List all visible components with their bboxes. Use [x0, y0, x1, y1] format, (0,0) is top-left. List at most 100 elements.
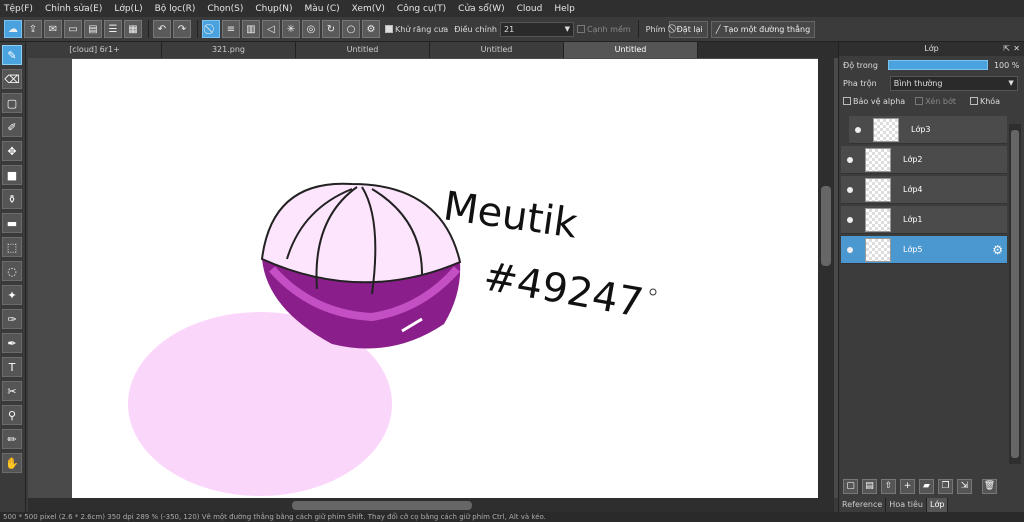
menu-help[interactable]: Help: [554, 4, 575, 14]
ellipse-snap-icon[interactable]: ○: [342, 20, 360, 38]
dot-brush-icon[interactable]: ✐: [2, 117, 22, 137]
text-icon[interactable]: T: [2, 357, 22, 377]
lock-checkbox[interactable]: [969, 97, 978, 105]
scroll-thumb[interactable]: [292, 501, 472, 510]
menu-tools[interactable]: Công cụ(T): [397, 4, 446, 14]
blend-label: Pha trộn: [843, 78, 877, 88]
layer-list-scrollbar[interactable]: [1009, 124, 1021, 464]
scroll-thumb[interactable]: [821, 186, 831, 266]
eye-icon[interactable]: [847, 156, 853, 163]
antialias-option[interactable]: Khử răng cưa: [385, 25, 448, 34]
gradient-icon[interactable]: ▬: [2, 213, 22, 233]
menu-cloud[interactable]: Cloud: [517, 4, 543, 14]
blend-select[interactable]: Bình thường ▼: [889, 75, 1018, 91]
tab-untitled-active[interactable]: Untitled: [564, 42, 698, 58]
smooth-edge-checkbox[interactable]: [576, 25, 585, 33]
folder-icon[interactable]: ▰: [919, 478, 934, 494]
document-icon[interactable]: ▤: [84, 20, 102, 38]
layer-row[interactable]: Lớp2: [841, 146, 1007, 174]
menu-window[interactable]: Cửa sổ(W): [458, 4, 504, 14]
menu-layer[interactable]: Lớp(L): [114, 4, 142, 14]
no-snap-icon[interactable]: ⃠: [202, 20, 220, 38]
menu-view[interactable]: Xem(V): [352, 4, 385, 14]
menu-bar: Tệp(F) Chỉnh sửa(E) Lớp(L) Bộ lọc(R) Chọ…: [0, 0, 1024, 17]
smooth-edge-option[interactable]: Cạnh mềm: [576, 25, 631, 34]
select-pen-icon[interactable]: ✑: [2, 309, 22, 329]
clipping-checkbox[interactable]: [915, 97, 924, 105]
hand-icon[interactable]: ✋: [2, 453, 22, 473]
canvas-area[interactable]: Meutik #49247: [28, 58, 838, 498]
canvas-vertical-scrollbar[interactable]: [818, 58, 834, 498]
adjust-value: 21: [503, 24, 515, 34]
protect-alpha-checkbox[interactable]: [843, 97, 851, 105]
eye-icon[interactable]: [847, 246, 853, 253]
speech-icon[interactable]: ▭: [64, 20, 82, 38]
reset-button[interactable]: ⃠Đặt lại: [668, 20, 708, 38]
undo-icon[interactable]: ↶: [153, 20, 171, 38]
tab-navigator[interactable]: Hoa tiêu: [886, 498, 928, 512]
tab-reference[interactable]: Reference: [839, 498, 887, 512]
opacity-slider[interactable]: [887, 60, 988, 70]
layer-row[interactable]: Lớp4: [841, 176, 1007, 204]
perspective-snap-icon[interactable]: ◁: [262, 20, 280, 38]
export-icon[interactable]: ⇪: [24, 20, 42, 38]
merge-icon[interactable]: ⇲: [957, 478, 972, 494]
eraser-icon[interactable]: ⌫: [2, 69, 22, 89]
tab-untitled-1[interactable]: Untitled: [296, 42, 430, 58]
new-layer-icon[interactable]: ▢: [843, 478, 858, 494]
layer-row[interactable]: Lớp3: [849, 116, 1007, 144]
parallel-snap-icon[interactable]: ≡: [222, 20, 240, 38]
magic-wand-icon[interactable]: ✦: [2, 285, 22, 305]
trash-icon[interactable]: 🗑: [982, 478, 997, 494]
redo-icon[interactable]: ↷: [173, 20, 191, 38]
menu-file[interactable]: Tệp(F): [4, 4, 33, 14]
straight-line-button[interactable]: ╱ Tạo một đường thẳng: [710, 20, 816, 38]
bucket-icon[interactable]: ⚱: [2, 189, 22, 209]
menu-filter[interactable]: Bộ lọc(R): [155, 4, 196, 14]
menu-color[interactable]: Màu (C): [305, 4, 340, 14]
canvas-horizontal-scrollbar[interactable]: [28, 498, 834, 512]
eye-icon[interactable]: [847, 186, 853, 193]
popout-icon[interactable]: ⇱: [1003, 42, 1010, 56]
curve-snap-icon[interactable]: ↻: [322, 20, 340, 38]
close-icon[interactable]: ✕: [1013, 42, 1020, 56]
new-raster-icon[interactable]: ▤: [862, 478, 877, 494]
tab-321[interactable]: 321.png: [162, 42, 296, 58]
eye-icon[interactable]: [847, 216, 853, 223]
layer-row[interactable]: Lớp1: [841, 206, 1007, 234]
antialias-checkbox[interactable]: [385, 25, 393, 33]
drawing-canvas[interactable]: Meutik #49247: [72, 59, 818, 498]
scroll-thumb[interactable]: [1011, 130, 1019, 458]
menu-snap[interactable]: Chụp(N): [255, 4, 292, 14]
duplicate-icon[interactable]: ❐: [938, 478, 953, 494]
radial-snap-icon[interactable]: ✳: [282, 20, 300, 38]
menu-edit[interactable]: Chỉnh sửa(E): [45, 4, 102, 14]
layer-row-selected[interactable]: Lớp5 ⚙: [841, 236, 1007, 264]
add-menu-icon[interactable]: +: [900, 478, 915, 494]
select-rect-icon[interactable]: ⬚: [2, 237, 22, 257]
grid-snap-icon[interactable]: ▥: [242, 20, 260, 38]
move-icon[interactable]: ✥: [2, 141, 22, 161]
fill-rect-icon[interactable]: ■: [2, 165, 22, 185]
tab-untitled-2[interactable]: Untitled: [430, 42, 564, 58]
pen-icon[interactable]: ✏: [2, 429, 22, 449]
divide-icon[interactable]: ✂: [2, 381, 22, 401]
rectangle-icon[interactable]: ▢: [2, 93, 22, 113]
gear-icon[interactable]: ⚙: [992, 243, 1003, 257]
eyedropper-icon[interactable]: ⚲: [2, 405, 22, 425]
tab-cloud[interactable]: [cloud] 6r1+: [28, 42, 162, 58]
adjust-select[interactable]: 21 ▼: [499, 21, 574, 37]
circle-snap-icon[interactable]: ◎: [302, 20, 320, 38]
eye-icon[interactable]: [855, 126, 861, 133]
settings-icon[interactable]: ⚙: [362, 20, 380, 38]
grid-icon[interactable]: ▦: [124, 20, 142, 38]
cloud-icon[interactable]: ☁: [4, 20, 22, 38]
brush-icon[interactable]: ✎: [2, 45, 22, 65]
import-icon[interactable]: ⇧: [881, 478, 896, 494]
lasso-icon[interactable]: ◌: [2, 261, 22, 281]
select-eraser-icon[interactable]: ✒: [2, 333, 22, 353]
list-icon[interactable]: ☰: [104, 20, 122, 38]
comment-icon[interactable]: ✉: [44, 20, 62, 38]
menu-select[interactable]: Chọn(S): [207, 4, 243, 14]
tab-layer[interactable]: Lớp: [927, 498, 949, 512]
